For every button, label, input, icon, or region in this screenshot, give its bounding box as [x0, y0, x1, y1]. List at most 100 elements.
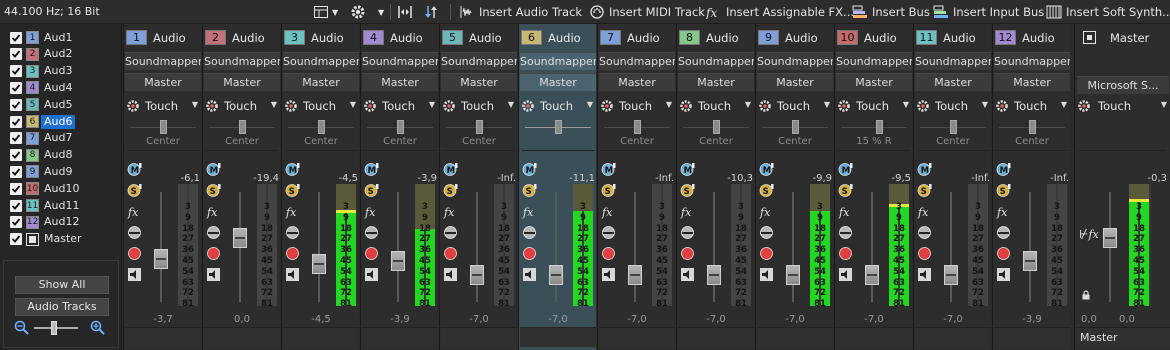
phase-button[interactable] [285, 225, 300, 240]
monitor-button[interactable]: M [522, 162, 537, 177]
track-list-item[interactable]: 3 Aud3 [10, 64, 120, 79]
solo-button[interactable]: S [443, 183, 458, 198]
solo-button[interactable]: S [206, 183, 221, 198]
insert-input-bus-button[interactable]: Insert Input Bus [933, 3, 1044, 21]
volume-fader-track[interactable] [476, 192, 478, 302]
phase-button[interactable] [522, 225, 537, 240]
fx-icon[interactable]: ⊬fx [1079, 228, 1099, 241]
pan-slider-knob[interactable] [875, 120, 883, 134]
mute-button[interactable] [127, 267, 142, 282]
strip-output-select[interactable]: Master [836, 73, 912, 91]
record-arm-button[interactable] [759, 246, 774, 261]
phase-button[interactable] [996, 225, 1011, 240]
record-arm-button[interactable] [601, 246, 616, 261]
volume-fader-track[interactable] [950, 192, 952, 302]
solo-button[interactable]: S [285, 183, 300, 198]
monitor-button[interactable]: M [364, 162, 379, 177]
fx-button[interactable]: fx [522, 204, 537, 219]
strip-plugin-slot[interactable]: Soundmapper [204, 52, 280, 70]
track-visible-checkbox[interactable] [10, 65, 22, 78]
strip-header[interactable]: 8 Audio [679, 29, 753, 46]
track-visible-checkbox[interactable] [10, 233, 22, 246]
strip-output-select[interactable]: Master [125, 73, 201, 91]
solo-button[interactable]: S [601, 183, 616, 198]
mute-button[interactable] [680, 267, 695, 282]
track-list-item[interactable]: 1 Aud1 [10, 30, 120, 45]
strip-automation-mode[interactable]: Touch ▼ [679, 97, 753, 115]
monitor-button[interactable]: M [443, 162, 458, 177]
volume-fader-knob[interactable] [707, 264, 721, 285]
volume-fader-track[interactable] [792, 192, 794, 302]
mute-button[interactable] [996, 267, 1011, 282]
solo-button[interactable]: S [917, 183, 932, 198]
strip-automation-mode[interactable]: Touch ▼ [442, 97, 516, 115]
phase-button[interactable] [601, 225, 616, 240]
mute-button[interactable] [601, 267, 616, 282]
mute-button[interactable] [522, 267, 537, 282]
strip-output-select[interactable]: Master [599, 73, 675, 91]
insert-bus-button[interactable]: Insert Bus [852, 3, 930, 21]
fx-button[interactable]: fx [443, 204, 458, 219]
fx-button[interactable]: fx [206, 204, 221, 219]
monitor-button[interactable]: M [759, 162, 774, 177]
pan-slider-knob[interactable] [317, 120, 325, 134]
phase-button[interactable] [206, 225, 221, 240]
volume-fader-knob[interactable] [470, 264, 484, 285]
record-arm-button[interactable] [285, 246, 300, 261]
master-output-select[interactable]: Microsoft S... [1077, 76, 1169, 94]
track-visible-checkbox[interactable] [10, 165, 22, 178]
record-arm-button[interactable] [680, 246, 695, 261]
audio-tracks-button[interactable]: Audio Tracks [15, 298, 109, 316]
strip-automation-mode[interactable]: Touch ▼ [916, 97, 990, 115]
strip-plugin-slot[interactable]: Soundmapper [520, 52, 596, 70]
solo-button[interactable]: S [127, 183, 142, 198]
volume-fader-knob[interactable] [391, 251, 405, 272]
track-list-item[interactable]: 11 Aud11 [10, 198, 120, 213]
pan-slider-knob[interactable] [396, 120, 404, 134]
volume-fader-knob[interactable] [549, 264, 563, 285]
strip-output-select[interactable]: Master [915, 73, 991, 91]
strip-output-select[interactable]: Master [757, 73, 833, 91]
mute-button[interactable] [759, 267, 774, 282]
strip-automation-mode[interactable]: Touch ▼ [363, 97, 437, 115]
strip-output-select[interactable]: Master [283, 73, 359, 91]
strip-plugin-slot[interactable]: Soundmapper [125, 52, 201, 70]
track-list-item[interactable]: Master [10, 232, 120, 247]
strip-plugin-slot[interactable]: Soundmapper [283, 52, 359, 70]
strip-plugin-slot[interactable]: Soundmapper [994, 52, 1070, 70]
phase-button[interactable] [917, 225, 932, 240]
fx-button[interactable]: fx [364, 204, 379, 219]
mute-button[interactable] [443, 267, 458, 282]
insert-assignable-fx-button[interactable]: fx Insert Assignable FX... [706, 3, 854, 21]
volume-fader-knob[interactable] [1023, 251, 1037, 272]
layout-menu-button[interactable]: ▼ [314, 3, 338, 21]
phase-button[interactable] [680, 225, 695, 240]
strip-header[interactable]: 1 Audio [126, 29, 200, 46]
master-automation-mode[interactable]: Touch ▼ [1077, 97, 1169, 115]
strip-header[interactable]: 7 Audio [600, 29, 674, 46]
track-visible-checkbox[interactable] [10, 132, 22, 145]
record-arm-button[interactable] [917, 246, 932, 261]
monitor-button[interactable]: M [285, 162, 300, 177]
solo-button[interactable]: S [680, 183, 695, 198]
record-arm-button[interactable] [206, 246, 221, 261]
pan-slider-knob[interactable] [712, 120, 720, 134]
record-arm-button[interactable] [127, 246, 142, 261]
monitor-button[interactable]: M [601, 162, 616, 177]
insert-audio-track-button[interactable]: Insert Audio Track [459, 3, 582, 21]
solo-button[interactable]: S [522, 183, 537, 198]
phase-button[interactable] [759, 225, 774, 240]
strip-automation-mode[interactable]: Touch ▼ [284, 97, 358, 115]
volume-fader-track[interactable] [160, 192, 162, 302]
strip-output-select[interactable]: Master [362, 73, 438, 91]
master-fader-knob[interactable] [1103, 228, 1117, 249]
volume-fader-knob[interactable] [786, 264, 800, 285]
strip-output-select[interactable]: Master [994, 73, 1070, 91]
monitor-button[interactable]: M [127, 162, 142, 177]
mute-button[interactable] [917, 267, 932, 282]
mute-button[interactable] [364, 267, 379, 282]
fx-button[interactable]: fx [838, 204, 853, 219]
track-visible-checkbox[interactable] [10, 115, 22, 128]
strip-plugin-slot[interactable]: Soundmapper [757, 52, 833, 70]
record-arm-button[interactable] [364, 246, 379, 261]
